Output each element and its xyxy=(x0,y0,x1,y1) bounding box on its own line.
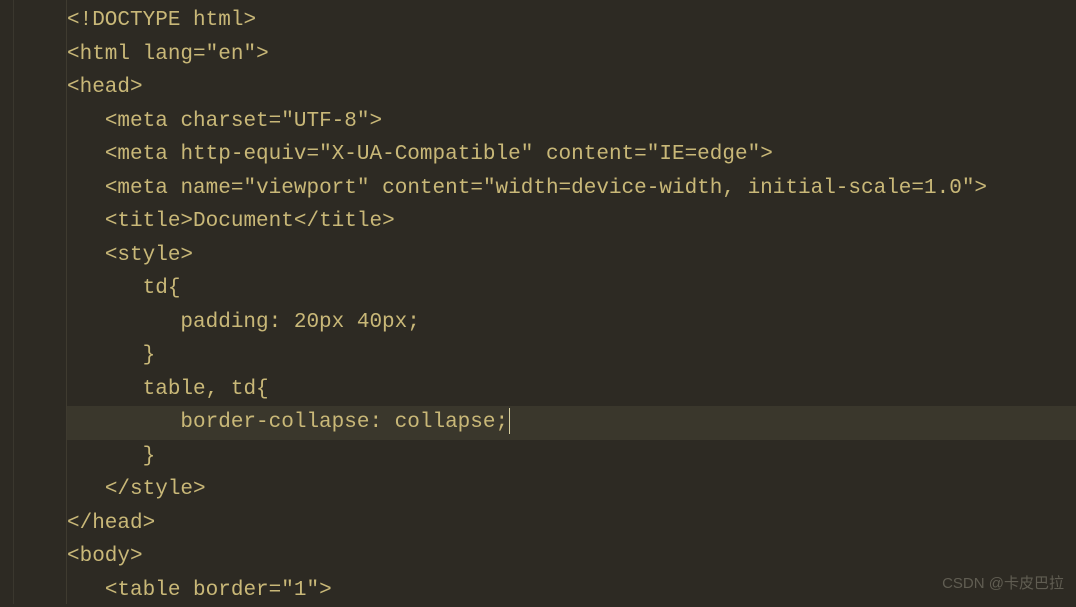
code-token: <style> xyxy=(105,244,193,267)
code-token: "X-UA-Compatible" xyxy=(319,143,533,166)
code-token: = xyxy=(231,177,244,200)
code-area[interactable]: <!DOCTYPE html><html lang="en"><head> <m… xyxy=(67,0,1076,604)
code-token: </style> xyxy=(105,478,206,501)
code-token: <head> xyxy=(67,76,143,99)
code-token: "UTF-8" xyxy=(281,110,369,133)
indent xyxy=(67,445,143,468)
code-line[interactable]: border-collapse: collapse; xyxy=(67,406,1076,440)
code-line[interactable]: } xyxy=(67,440,1076,474)
indent xyxy=(67,177,105,200)
code-line[interactable]: <meta http-equiv="X-UA-Compatible" conte… xyxy=(67,138,1076,172)
code-token: } xyxy=(143,445,156,468)
code-token: </title> xyxy=(294,210,395,233)
code-line[interactable]: <style> xyxy=(67,239,1076,273)
code-token: <meta xyxy=(105,177,181,200)
code-token: charset xyxy=(180,110,268,133)
code-token: > xyxy=(974,177,987,200)
code-token: = xyxy=(306,143,319,166)
code-token: <table xyxy=(105,579,193,602)
code-line[interactable]: <head> xyxy=(67,71,1076,105)
code-token: http-equiv xyxy=(180,143,306,166)
code-token xyxy=(370,177,383,200)
code-token: "IE=edge" xyxy=(647,143,760,166)
code-line[interactable]: </style> xyxy=(67,473,1076,507)
code-token: padding: 20px 40px; xyxy=(180,311,419,334)
code-token: td{ xyxy=(143,277,181,300)
code-token: = xyxy=(193,43,206,66)
code-token: = xyxy=(634,143,647,166)
code-token: } xyxy=(143,344,156,367)
code-token: <!DOCTYPE xyxy=(67,9,193,32)
code-token: <html xyxy=(67,43,143,66)
code-token: content xyxy=(382,177,470,200)
indent xyxy=(67,478,105,501)
code-token xyxy=(533,143,546,166)
code-token: > xyxy=(256,43,269,66)
code-token: "width=device-width, initial-scale=1.0" xyxy=(483,177,974,200)
line-number-gutter xyxy=(0,0,14,604)
code-token: = xyxy=(470,177,483,200)
code-line[interactable]: <body> xyxy=(67,540,1076,574)
code-token: > xyxy=(243,9,256,32)
text-cursor xyxy=(509,408,510,434)
code-token: <title> xyxy=(105,210,193,233)
code-line[interactable]: <!DOCTYPE html> xyxy=(67,4,1076,38)
code-line[interactable]: <html lang="en"> xyxy=(67,38,1076,72)
code-token: <body> xyxy=(67,545,143,568)
code-token: border xyxy=(193,579,269,602)
code-token: <meta xyxy=(105,110,181,133)
code-line[interactable]: <meta charset="UTF-8"> xyxy=(67,105,1076,139)
code-token: = xyxy=(269,579,282,602)
indent xyxy=(67,244,105,267)
code-token: "1" xyxy=(281,579,319,602)
indent xyxy=(67,579,105,602)
indent xyxy=(67,378,143,401)
indent xyxy=(67,344,143,367)
code-token: Document xyxy=(193,210,294,233)
indent xyxy=(67,277,143,300)
indent xyxy=(67,411,180,434)
code-token: > xyxy=(369,110,382,133)
code-token: = xyxy=(269,110,282,133)
code-token: > xyxy=(319,579,332,602)
code-token: content xyxy=(546,143,634,166)
code-token: "viewport" xyxy=(243,177,369,200)
code-token: "en" xyxy=(206,43,256,66)
indent xyxy=(67,311,180,334)
code-token: </head> xyxy=(67,512,155,535)
indent xyxy=(67,143,105,166)
code-line[interactable]: <title>Document</title> xyxy=(67,205,1076,239)
code-editor[interactable]: <!DOCTYPE html><html lang="en"><head> <m… xyxy=(0,0,1076,604)
code-line[interactable]: } xyxy=(67,339,1076,373)
fold-gutter xyxy=(14,0,67,604)
code-line[interactable]: <table border="1"> xyxy=(67,574,1076,607)
indent xyxy=(67,210,105,233)
watermark: CSDN @卡皮巴拉 xyxy=(942,572,1064,596)
code-line[interactable]: </head> xyxy=(67,507,1076,541)
code-token: border-collapse: collapse; xyxy=(180,411,508,434)
indent xyxy=(67,110,105,133)
code-token: <meta xyxy=(105,143,181,166)
code-line[interactable]: table, td{ xyxy=(67,373,1076,407)
code-line[interactable]: padding: 20px 40px; xyxy=(67,306,1076,340)
code-token: html xyxy=(193,9,243,32)
code-token: table, td{ xyxy=(143,378,269,401)
code-line[interactable]: <meta name="viewport" content="width=dev… xyxy=(67,172,1076,206)
code-line[interactable]: td{ xyxy=(67,272,1076,306)
code-token: name xyxy=(180,177,230,200)
code-token: > xyxy=(760,143,773,166)
code-token: lang xyxy=(143,43,193,66)
